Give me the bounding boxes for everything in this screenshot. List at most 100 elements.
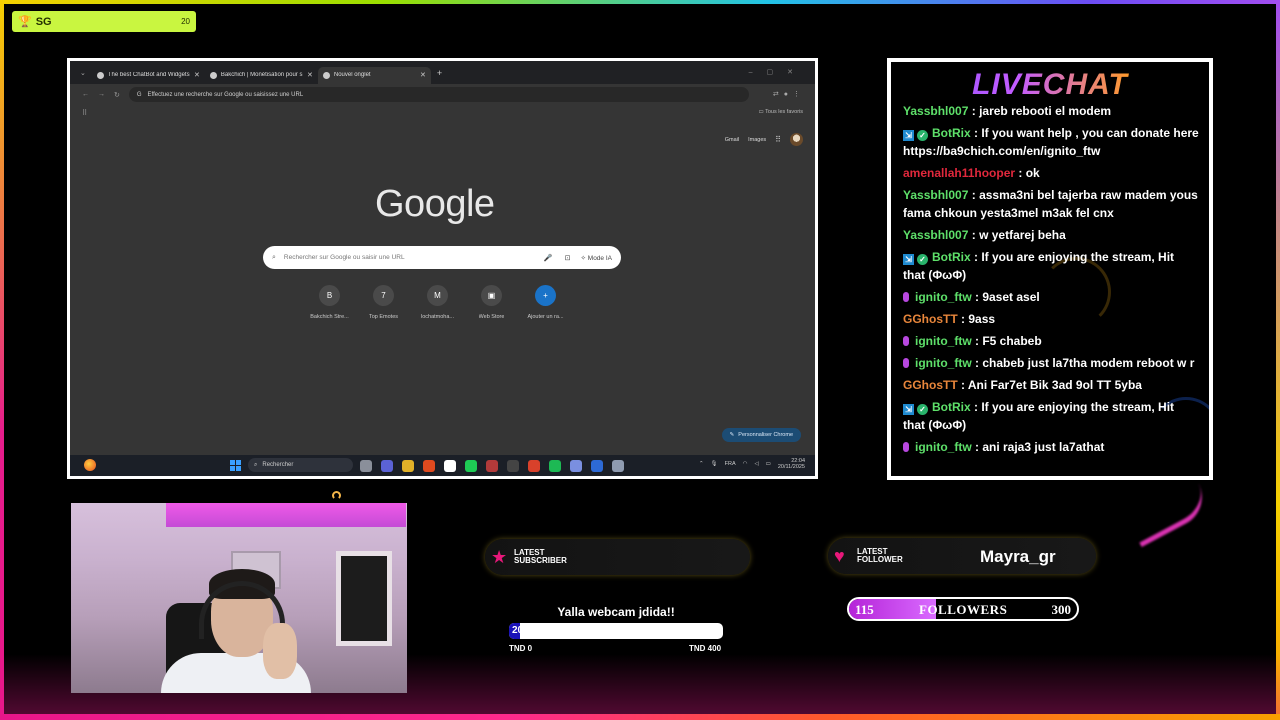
search-icon: ⌕	[254, 461, 258, 468]
shortcut-tile[interactable]: ▣ Web Store	[468, 285, 515, 320]
system-tray: ⌃ 🎙 FRA ◠ ◁ ▭ 22:04 20/11/2025	[699, 458, 805, 470]
lens-icon[interactable]: ⊡	[565, 254, 571, 262]
browser-tab[interactable]: Nouvel onglet ✕	[317, 66, 431, 84]
latest-follower-label: LATEST FOLLOWER	[857, 548, 903, 564]
neon-edge-right	[1276, 0, 1280, 720]
neon-ceiling-light	[166, 503, 406, 527]
taskbar-app-icon[interactable]	[486, 460, 498, 472]
broadcaster-mic-icon	[903, 292, 909, 302]
google-search-box[interactable]: ⌕ Rechercher sur Google ou saisir une UR…	[263, 246, 621, 269]
address-bar[interactable]: G Effectuez une recherche sur Google ou …	[128, 87, 749, 102]
chat-text: 9aset asel	[982, 290, 1040, 304]
latest-subscriber-label: LATEST SUBSCRIBER	[514, 549, 567, 565]
taskbar-app-icon[interactable]	[402, 460, 414, 472]
apps-icon[interactable]: ⠿	[82, 109, 87, 117]
shortcut-tile[interactable]: Mlochatmoha...	[414, 285, 461, 320]
customize-chrome-button[interactable]: ✎ Personnaliser Chrome	[721, 428, 801, 442]
volume-icon[interactable]: ◁	[754, 461, 758, 467]
donation-goal-min: TND 0	[509, 644, 533, 653]
chat-message: ⇲ ✓ BotRix : If you are enjoying the strea…	[891, 396, 1209, 436]
forward-icon[interactable]: →	[98, 91, 105, 98]
taskbar-app-icon[interactable]	[612, 460, 624, 472]
chat-username[interactable]: ignito_ftw	[915, 290, 972, 304]
chat-username[interactable]: BotRix	[932, 126, 971, 140]
tray-chevron-icon[interactable]: ⌃	[699, 461, 704, 467]
shortcut-icon: ▣	[481, 285, 502, 306]
chat-username[interactable]: ignito_ftw	[915, 440, 972, 454]
chat-username[interactable]: GGhosTT	[903, 312, 958, 326]
tab-search-icon[interactable]: ⌄	[80, 69, 86, 77]
language-indicator[interactable]: FRA	[725, 461, 736, 467]
livechat-title: LIVECHAT	[891, 68, 1209, 102]
chat-separator: :	[968, 104, 980, 118]
tab-close-icon[interactable]: ✕	[420, 71, 426, 79]
wifi-icon[interactable]: ◠	[743, 461, 748, 467]
taskbar-app-icon[interactable]	[444, 460, 456, 472]
reload-icon[interactable]: ↻	[114, 91, 120, 99]
browser-tab[interactable]: The best ChatBot and Widgets ✕	[92, 67, 205, 84]
screen-capture: ⌄ The best ChatBot and Widgets ✕ Bakchich …	[67, 58, 818, 479]
all-favorites-button[interactable]: ▭ Tous les favoris	[758, 109, 803, 115]
taskbar-app-icon[interactable]	[360, 460, 372, 472]
windows-taskbar: ⌕ Rechercher ⌃ 🎙 FRA ◠ ◁ ▭ 22:04 20/11/2…	[70, 455, 815, 476]
room-window	[336, 551, 392, 646]
latest-follower-label-line2: FOLLOWER	[857, 555, 903, 564]
profile-avatar[interactable]	[790, 133, 803, 146]
voice-search-icon[interactable]: 🎤	[544, 254, 553, 262]
taskbar-search[interactable]: ⌕ Rechercher	[248, 458, 353, 472]
latest-subscriber-widget: ★ LATEST SUBSCRIBER	[485, 539, 750, 575]
shortcut-tile[interactable]: + Ajouter un ra...	[522, 285, 569, 320]
latest-follower-name: Mayra_gr	[980, 547, 1056, 566]
taskbar-app-icon[interactable]	[549, 460, 561, 472]
extension-icons[interactable]: ⇄●⋮	[773, 90, 805, 98]
chat-username[interactable]: ignito_ftw	[915, 334, 972, 348]
window-controls[interactable]: –▢✕	[749, 68, 807, 76]
weather-icon[interactable]	[84, 459, 96, 471]
chat-text: w yetfarej beha	[979, 228, 1066, 242]
tab-close-icon[interactable]: ✕	[307, 71, 313, 79]
mode-ia-button[interactable]: ✧ Mode IA	[581, 254, 612, 262]
taskbar-search-label: Rechercher	[262, 462, 294, 468]
chat-username[interactable]: GGhosTT	[903, 378, 958, 392]
chat-username[interactable]: Yassbhl007	[903, 228, 968, 242]
neon-edge-left	[0, 0, 4, 720]
taskbar-app-icon[interactable]	[423, 460, 435, 472]
google-apps-icon[interactable]: ⠿	[775, 135, 781, 144]
shortcut-tile[interactable]: 7 Top Emotes	[360, 285, 407, 320]
taskbar-app-icon[interactable]	[570, 460, 582, 472]
taskbar-app-icon[interactable]	[591, 460, 603, 472]
google-logo: Google	[375, 183, 495, 225]
deco-ring	[332, 491, 341, 500]
bookmarks-bar: ⠿ ▭ Tous les favoris	[70, 105, 815, 121]
chat-separator: :	[1015, 166, 1026, 180]
chat-username[interactable]: BotRix	[932, 250, 971, 264]
chat-text: jareb rebooti el modem	[979, 104, 1112, 118]
followers-goal-label: FOLLOWERS	[919, 602, 1008, 617]
shortcut-tile[interactable]: B Bakchich Stre...	[306, 285, 353, 320]
gmail-link[interactable]: Gmail	[725, 137, 739, 143]
tab-label: Bakchich | Monétisation pour s	[220, 72, 303, 78]
clock[interactable]: 22:04 20/11/2025	[778, 458, 805, 470]
taskbar-app-icon[interactable]	[507, 460, 519, 472]
shortcut-icon: B	[319, 285, 340, 306]
mic-tray-icon[interactable]: 🎙	[711, 461, 718, 467]
images-link[interactable]: Images	[748, 137, 766, 143]
tab-close-icon[interactable]: ✕	[194, 71, 200, 79]
browser-tab[interactable]: Bakchich | Monétisation pour s ✕	[205, 67, 318, 84]
chat-username[interactable]: ignito_ftw	[915, 356, 972, 370]
taskbar-app-icon[interactable]	[528, 460, 540, 472]
battery-icon[interactable]: ▭	[766, 461, 771, 467]
taskbar-app-icon[interactable]	[381, 460, 393, 472]
goal-badge: 🏆 SG 20	[12, 11, 196, 32]
chat-username[interactable]: amenallah11hooper	[903, 166, 1015, 180]
new-tab-icon[interactable]: +	[437, 68, 442, 78]
chat-username[interactable]: Yassbhl007	[903, 104, 968, 118]
taskbar-app-icon[interactable]	[465, 460, 477, 472]
back-icon[interactable]: ←	[82, 91, 89, 98]
chat-username[interactable]: BotRix	[932, 400, 971, 414]
chat-message: GGhosTT : 9ass	[891, 308, 1209, 330]
shortcut-label: Web Store	[478, 314, 505, 320]
chat-username[interactable]: Yassbhl007	[903, 188, 968, 202]
windows-start-icon[interactable]	[230, 460, 241, 471]
address-row: ← → ↻ G Effectuez une recherche sur Goog…	[70, 84, 815, 105]
